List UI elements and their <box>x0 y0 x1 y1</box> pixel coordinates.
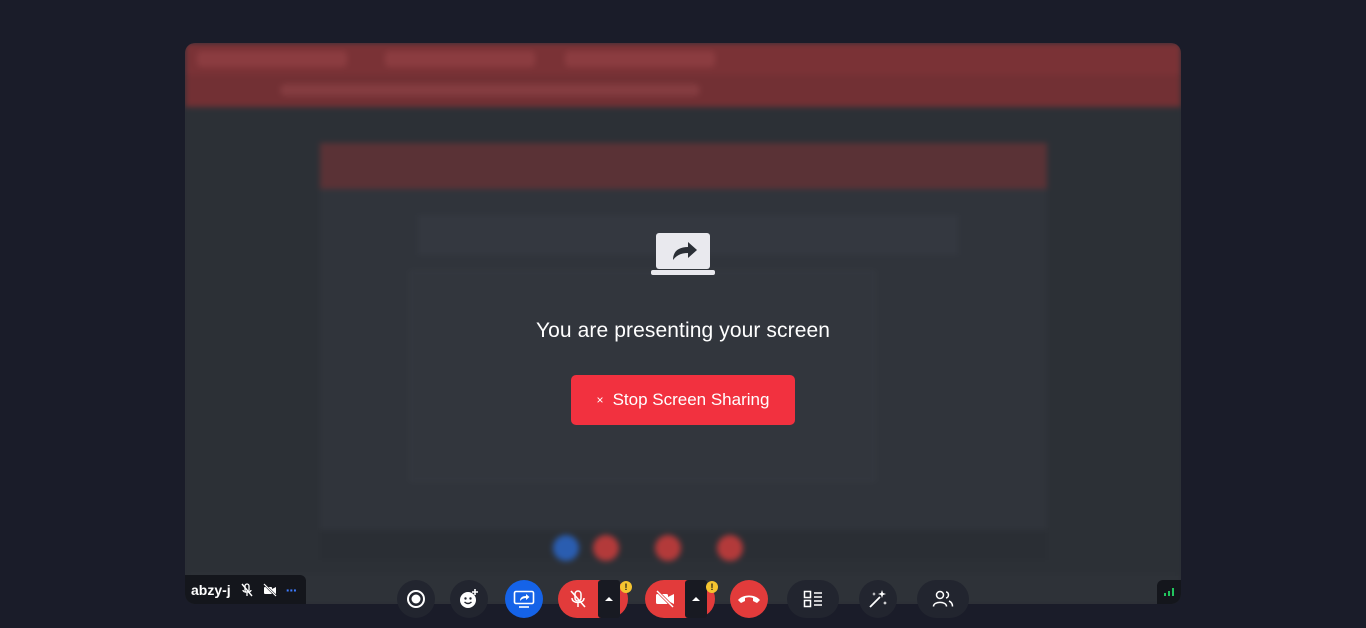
microphone-warning-badge: ! <box>620 581 632 593</box>
screen-share-icon <box>651 233 715 275</box>
mic-off-icon <box>241 582 253 596</box>
participant-name: abzy-j <box>191 581 231 598</box>
share-screen-button[interactable] <box>505 580 543 618</box>
layout-button[interactable] <box>787 580 839 618</box>
camera-control <box>645 580 715 618</box>
hang-up-icon <box>738 595 760 603</box>
presenting-title: You are presenting your screen <box>535 319 831 342</box>
emoji-add-icon <box>460 589 478 608</box>
screen-share-icon <box>513 590 535 608</box>
participant-name-tag: abzy-j ··· <box>185 575 306 604</box>
effects-button[interactable] <box>859 580 897 618</box>
leave-call-button[interactable] <box>730 580 768 618</box>
camera-toggle-button[interactable] <box>645 580 685 618</box>
participants-button[interactable] <box>917 580 969 618</box>
reactions-button[interactable] <box>450 580 488 618</box>
presenting-overlay: You are presenting your screen × Stop Sc… <box>185 43 1181 604</box>
chevron-up-icon <box>605 597 613 601</box>
close-icon: × <box>596 393 604 407</box>
camera-off-icon <box>655 590 675 608</box>
record-button[interactable] <box>397 580 435 618</box>
layout-icon <box>803 590 822 608</box>
people-icon <box>932 590 954 607</box>
camera-warning-badge: ! <box>706 581 718 593</box>
network-signal-icon <box>1157 580 1181 604</box>
camera-options-button[interactable] <box>685 580 707 618</box>
stop-screen-sharing-button[interactable]: × Stop Screen Sharing <box>571 375 795 425</box>
mic-off-icon <box>570 590 586 608</box>
microphone-control <box>558 580 628 618</box>
stop-screen-sharing-label: Stop Screen Sharing <box>612 390 770 409</box>
microphone-toggle-button[interactable] <box>558 580 598 618</box>
microphone-options-button[interactable] <box>598 580 620 618</box>
magic-wand-icon <box>869 590 887 608</box>
chevron-up-icon <box>692 597 700 601</box>
camera-off-icon <box>262 582 277 597</box>
more-options-icon[interactable]: ··· <box>286 582 298 598</box>
record-icon <box>407 590 425 608</box>
screen-share-stage: You are presenting your screen × Stop Sc… <box>185 43 1181 604</box>
